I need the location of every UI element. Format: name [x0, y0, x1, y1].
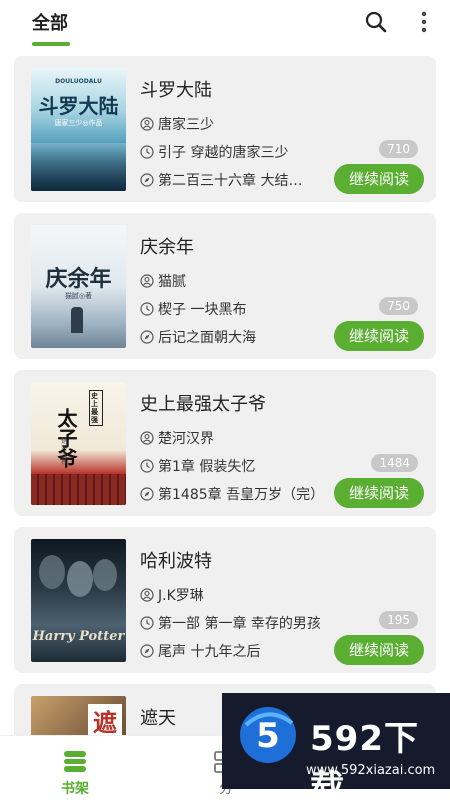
compass-icon [140, 173, 154, 187]
cover-art [31, 474, 126, 505]
watermark-url: www.592xiazai.com [306, 763, 436, 778]
watermark-logo-icon: 5 [240, 707, 296, 763]
cover-art [93, 559, 117, 591]
cover-title: 太子爷 [54, 408, 78, 468]
book-cover[interactable]: 史上最强 太子爷 楚河汉界 [31, 382, 126, 505]
book-title: 庆余年 [140, 237, 194, 258]
cover-art [39, 555, 65, 589]
book-latest-chapter: 第1485章 吾皇万岁（完） [140, 484, 324, 504]
book-latest-chapter: 尾声 十九年之后 [140, 641, 260, 661]
chapter-count-badge: 1484 [371, 454, 418, 472]
book-card[interactable]: 史上最强 太子爷 楚河汉界 史上最强太子爷 楚河汉界 第1章 假装失忆 第148… [14, 370, 436, 516]
book-title: 史上最强太子爷 [140, 394, 266, 415]
cover-title: 庆余年 [45, 266, 112, 292]
user-icon [140, 274, 154, 288]
cover-art [67, 561, 93, 597]
book-author: 楚河汉界 [140, 428, 214, 448]
book-card[interactable]: Harry Potter 哈利波特 J.K罗琳 第一部 第一章 幸存的男孩 尾声… [14, 527, 436, 673]
cover-title: 斗罗大陆 [38, 94, 119, 118]
book-cover[interactable]: Harry Potter [31, 539, 126, 662]
cover-art [71, 307, 83, 333]
book-read-chapter: 楔子 一块黑布 [140, 299, 246, 319]
book-author: J.K罗琳 [140, 585, 204, 605]
nav-bookshelf[interactable]: 书架 [40, 746, 110, 797]
cover-subtitle: DOULUODALU [55, 78, 102, 85]
continue-reading-button[interactable]: 继续阅读 [334, 635, 424, 665]
chapter-count-badge: 710 [379, 140, 418, 158]
user-icon [140, 117, 154, 131]
book-read-chapter: 第一部 第一章 幸存的男孩 [140, 613, 320, 633]
continue-reading-button[interactable]: 继续阅读 [334, 321, 424, 351]
compass-icon [140, 644, 154, 658]
bookshelf-icon [64, 751, 86, 772]
user-icon [140, 588, 154, 602]
book-cover[interactable]: 庆余年 猫腻◎著 [31, 225, 126, 348]
cover-top-label: 史上最强 [89, 390, 103, 426]
tab-all[interactable]: 全部 [32, 9, 68, 35]
book-cover[interactable]: DOULUODALU 斗罗大陆 唐家三少◎作品 [31, 68, 126, 191]
book-title: 斗罗大陆 [140, 80, 212, 101]
tab-indicator [32, 42, 70, 46]
site-watermark: 5 592下载 www.592xiazai.com [222, 693, 450, 800]
search-icon [365, 11, 387, 33]
cover-author: 猫腻◎著 [64, 292, 93, 300]
cover-title: Harry Potter [32, 629, 125, 644]
compass-icon [140, 330, 154, 344]
clock-icon [140, 616, 154, 630]
book-latest-chapter: 第二百三十六章 大结… [140, 170, 302, 190]
watermark-brand: 592下载 [310, 719, 419, 800]
continue-reading-button[interactable]: 继续阅读 [334, 164, 424, 194]
search-button[interactable] [362, 8, 390, 36]
book-title: 哈利波特 [140, 551, 212, 572]
book-card[interactable]: 庆余年 猫腻◎著 庆余年 猫腻 楔子 一块黑布 后记之面朝大海 750 继续阅读 [14, 213, 436, 359]
cover-author: 唐家三少◎作品 [54, 119, 103, 127]
nav-bookshelf-label: 书架 [61, 781, 89, 797]
book-title: 遮天 [140, 708, 176, 729]
chapter-count-badge: 195 [379, 611, 418, 629]
chapter-count-badge: 750 [379, 297, 418, 315]
clock-icon [140, 459, 154, 473]
book-author: 猫腻 [140, 271, 186, 291]
cover-author: 楚河汉界 [61, 438, 68, 466]
book-read-chapter: 第1章 假装失忆 [140, 456, 255, 476]
clock-icon [140, 302, 154, 316]
more-vertical-icon [421, 11, 427, 33]
book-read-chapter: 引子 穿越的唐家三少 [140, 142, 288, 162]
continue-reading-button[interactable]: 继续阅读 [334, 478, 424, 508]
book-card[interactable]: DOULUODALU 斗罗大陆 唐家三少◎作品 斗罗大陆 唐家三少 引子 穿越的… [14, 56, 436, 202]
compass-icon [140, 487, 154, 501]
svg-text:5: 5 [256, 716, 280, 756]
user-icon [140, 431, 154, 445]
cover-art [31, 143, 126, 191]
clock-icon [140, 145, 154, 159]
book-author: 唐家三少 [140, 114, 214, 134]
top-bar: 全部 [0, 0, 450, 50]
more-button[interactable] [414, 8, 434, 36]
book-latest-chapter: 后记之面朝大海 [140, 327, 256, 347]
